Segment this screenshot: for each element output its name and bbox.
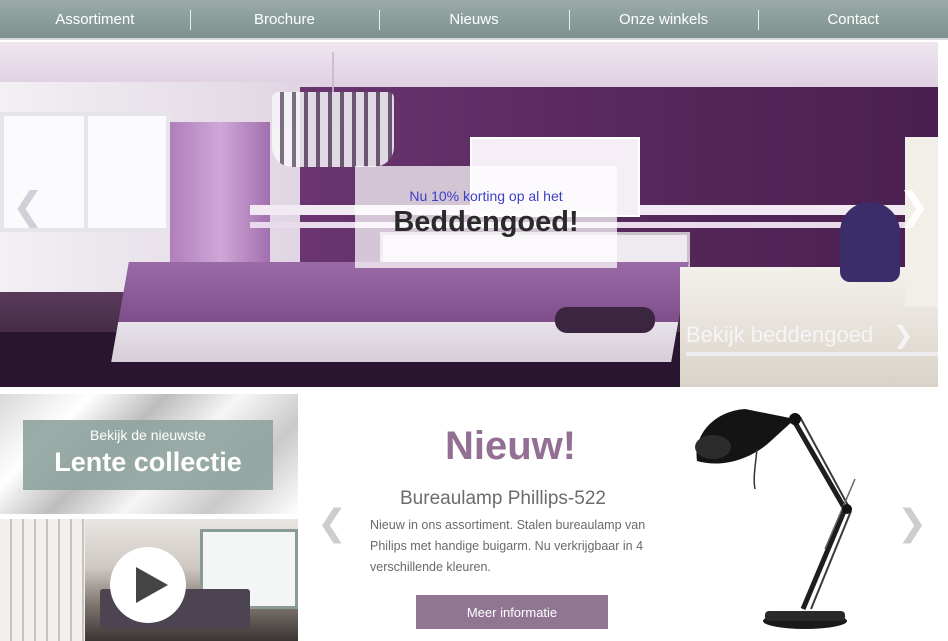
nav-label: Brochure — [253, 10, 315, 28]
chevron-left-icon[interactable]: ❮ — [12, 188, 44, 226]
video-tile — [0, 519, 298, 641]
video-thumb-closet — [0, 519, 85, 641]
nav-item-onze-winkels[interactable]: Onze winkels — [568, 0, 759, 38]
hero-curtain — [170, 122, 270, 282]
collection-tile[interactable]: Bekijk de nieuwste Lente collectie — [0, 394, 298, 514]
play-icon — [136, 567, 168, 603]
product-heading: Nieuw! — [445, 424, 577, 468]
hero-slider: Nu 10% korting op al het Beddengoed! ❮ ❯… — [0, 42, 938, 387]
nav-label: Onze winkels — [618, 10, 709, 28]
nav-item-assortiment[interactable]: Assortiment — [0, 0, 190, 38]
product-name: Bureaulamp Phillips-522 — [400, 488, 606, 509]
hero-chandelier — [272, 52, 394, 167]
collection-label-box: Bekijk de nieuwste Lente collectie — [23, 420, 273, 490]
hero-bench — [555, 307, 655, 333]
chevron-right-icon[interactable]: ❯ — [898, 188, 930, 226]
nav-item-contact[interactable]: Contact — [758, 0, 948, 38]
nav-item-brochure[interactable]: Brochure — [189, 0, 380, 38]
desk-lamp-image — [695, 409, 856, 629]
nav-label: Assortiment — [55, 10, 135, 28]
hero-promo-title: Beddengoed! — [393, 206, 579, 238]
hero-promo-box: Nu 10% korting op al het Beddengoed! — [355, 166, 617, 268]
page: Assortiment Brochure Nieuws Onze winkels… — [0, 0, 948, 641]
hero-cta-label: Bekijk beddengoed — [686, 322, 874, 347]
main-nav: Assortiment Brochure Nieuws Onze winkels… — [0, 0, 948, 40]
chevron-right-icon[interactable]: ❯ — [897, 502, 927, 544]
more-info-button[interactable]: Meer informatie — [416, 595, 608, 629]
collection-title: Lente collectie — [54, 447, 242, 477]
nav-item-nieuws[interactable]: Nieuws — [379, 0, 569, 38]
hero-mannequin — [840, 202, 900, 282]
nav-label: Nieuws — [449, 10, 499, 28]
hero-promo-subtitle: Nu 10% korting op al het — [409, 188, 563, 204]
hero-cta-link[interactable]: Bekijk beddengoed ❯ — [686, 318, 938, 356]
collection-subtitle: Bekijk de nieuwste — [90, 427, 206, 443]
chevron-left-icon[interactable]: ❮ — [317, 502, 347, 544]
chevron-right-icon: ❯ — [893, 321, 914, 349]
play-button[interactable] — [110, 547, 186, 623]
product-description: Nieuw in ons assortiment. Stalen bureaul… — [370, 518, 646, 574]
product-panel: ❮ Nieuw! Bureaulamp Phillips-522 Nieuw i… — [300, 394, 948, 641]
nav-label: Contact — [827, 10, 880, 28]
